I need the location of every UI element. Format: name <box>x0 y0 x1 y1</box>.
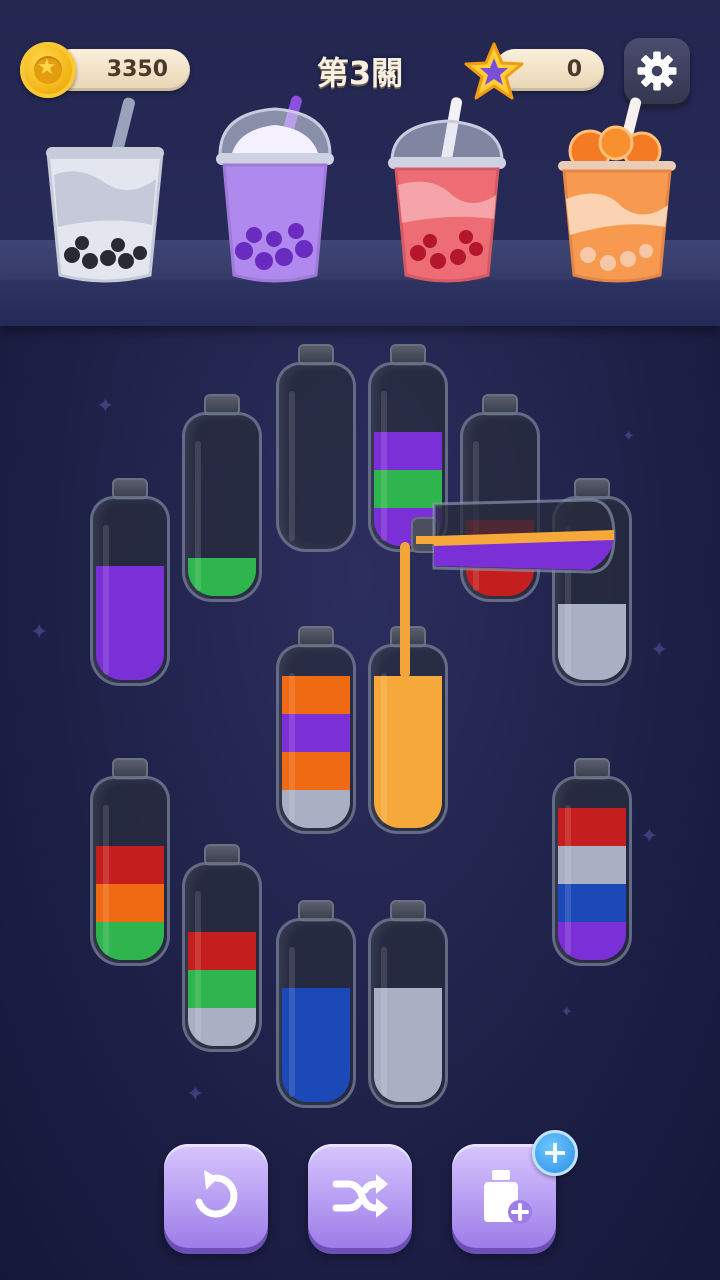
level-title: 第3關 <box>316 54 404 92</box>
bottle-shine <box>381 947 387 1097</box>
sparkle-decoration: ✦ <box>622 426 636 445</box>
sparkle-decoration: ✦ <box>650 638 669 663</box>
drink-purple-bubble-tea <box>216 95 334 283</box>
undo-icon <box>195 1170 238 1218</box>
bottle-glass <box>182 862 262 1052</box>
bottle-1[interactable] <box>276 344 356 552</box>
bottle-glass <box>276 918 356 1108</box>
bottle-10[interactable] <box>552 758 632 966</box>
bottle-11[interactable] <box>182 844 262 1052</box>
bottle-9[interactable] <box>90 758 170 966</box>
bottle-shine <box>289 673 295 823</box>
sparkle-decoration: ✦ <box>186 1082 205 1107</box>
bottle-7[interactable] <box>276 626 356 834</box>
bottle-shine <box>381 673 387 823</box>
drink-taro-milk-tea <box>46 97 164 283</box>
bottle-12[interactable] <box>276 900 356 1108</box>
bottle-glass <box>90 496 170 686</box>
sparkle-decoration: ✦ <box>30 620 49 645</box>
bottle-glass <box>276 362 356 552</box>
bottle-glass <box>90 776 170 966</box>
bottle-glass <box>368 918 448 1108</box>
bottle-13[interactable] <box>368 900 448 1108</box>
add-bottle-icon <box>484 1170 532 1224</box>
drink-orange-tea <box>558 97 676 283</box>
coin-icon: ★ <box>20 42 76 98</box>
bottle-shine <box>103 805 109 955</box>
pouring-bottle[interactable] <box>410 496 618 576</box>
drink-strawberry-tea <box>388 97 506 283</box>
sparkle-decoration: ✦ <box>640 824 659 849</box>
star-count: 0 <box>566 57 582 82</box>
gear-icon <box>637 51 677 91</box>
bottle-glass <box>276 644 356 834</box>
bottle-shine <box>289 947 295 1097</box>
undo-button[interactable] <box>164 1144 268 1248</box>
bottle-shine <box>381 391 387 541</box>
bottle-5[interactable] <box>90 478 170 686</box>
shuffle-icon <box>332 1174 388 1218</box>
bottle-glass <box>552 776 632 966</box>
bottle-shine <box>103 525 109 675</box>
coin-count: 3350 <box>106 57 168 82</box>
shuffle-button[interactable] <box>308 1144 412 1248</box>
bottle-glass <box>182 412 262 602</box>
bottle-shine <box>195 441 201 591</box>
pour-stream <box>400 542 410 678</box>
bottle-shine <box>289 391 295 541</box>
bottle-3[interactable] <box>182 394 262 602</box>
bottle-shine <box>565 805 571 955</box>
bottle-shine <box>195 891 201 1041</box>
sparkle-decoration: ✦ <box>96 394 115 419</box>
add-bottle-plus-badge[interactable]: + <box>532 1130 578 1176</box>
sparkle-decoration: ✦ <box>560 1002 574 1021</box>
